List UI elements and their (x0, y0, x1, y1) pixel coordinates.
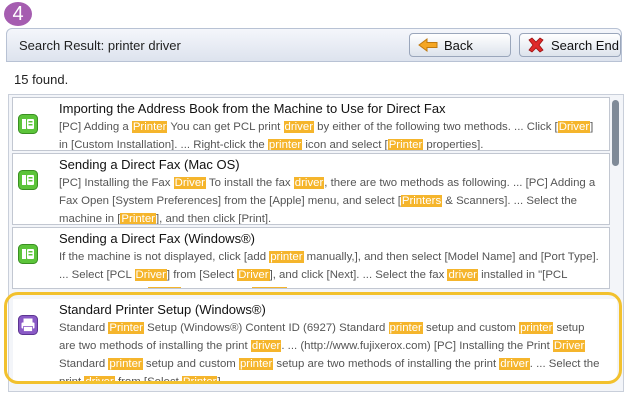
search-term-highlight: Printer (181, 376, 218, 381)
search-term-highlight: driver (84, 376, 115, 381)
search-term-highlight: driver (283, 121, 314, 133)
search-term-highlight: Printer (108, 322, 144, 334)
search-term-highlight: printer (238, 358, 274, 370)
step-number-badge: 4 (4, 2, 32, 26)
result-title: Sending a Direct Fax (Mac OS) (59, 157, 240, 172)
search-term-highlight: Driver (552, 340, 586, 352)
results-list[interactable]: Importing the Address Book from the Mach… (8, 94, 624, 392)
result-snippet: Standard Printer Setup (Windows®) Conten… (59, 319, 604, 381)
snippet-text: from [Select (115, 376, 182, 381)
printer-icon (18, 315, 38, 335)
search-result-screen: 4 Search Result: printer driver Back Sea… (0, 0, 628, 395)
result-item-selected[interactable]: Standard Printer Setup (Windows®) Standa… (13, 299, 617, 381)
search-term-highlight: driver (499, 358, 530, 370)
search-term-highlight: Printer (120, 213, 156, 225)
snippet-text: If the machine is not displayed, click [… (59, 251, 270, 263)
search-term-highlight: driver (250, 340, 282, 352)
result-item[interactable]: Sending a Direct Fax (Windows®) If the m… (12, 227, 610, 289)
snippet-text: ], and click [Next]. ... Select the fax (269, 269, 448, 281)
snippet-text: icon and select [ (302, 139, 388, 151)
fax-icon (18, 244, 38, 264)
snippet-text: You can get PCL print (167, 121, 284, 133)
snippet-text: . ... (http://www.fujixerox.com) [PC] In… (281, 340, 553, 352)
search-term-highlight: Printers (400, 195, 443, 207)
result-title: Standard Printer Setup (Windows®) (59, 302, 266, 317)
snippet-text: properties]. (423, 139, 484, 151)
fax-icon (18, 170, 38, 190)
result-snippet: If the machine is not displayed, click [… (59, 248, 604, 288)
snippet-text: Standard (59, 358, 109, 370)
search-term-highlight: Driver (237, 269, 270, 281)
result-snippet: [PC] Installing the Fax Driver To instal… (59, 174, 604, 225)
search-term-highlight: Printer (131, 121, 168, 133)
result-header: Search Result: printer driver Back Searc… (6, 28, 622, 62)
result-item[interactable]: Importing the Address Book from the Mach… (12, 97, 610, 151)
snippet-text: by either of the following two methods. … (313, 121, 558, 133)
search-term-highlight: printer (519, 322, 554, 334)
fax-icon (18, 114, 38, 134)
search-term-highlight: Printer (251, 287, 288, 288)
snippet-text: ]. (217, 376, 223, 381)
back-button[interactable]: Back (409, 33, 511, 57)
snippet-text: " from [Select (181, 287, 252, 288)
result-snippet: [PC] Adding a Printer You can get PCL pr… (59, 118, 604, 151)
search-term-highlight: Driver (148, 287, 181, 288)
result-item[interactable]: Sending a Direct Fax (Mac OS) [PC] Insta… (12, 153, 610, 225)
page-title: Search Result: printer driver (19, 38, 181, 53)
search-end-label: Search End (551, 37, 619, 53)
snippet-text: To install the fax (205, 177, 294, 189)
search-term-highlight: printer (388, 322, 423, 334)
snippet-text: ], and click [Preferences]. (287, 287, 415, 288)
back-button-label: Back (444, 37, 473, 53)
search-term-highlight: Driver (557, 121, 591, 133)
results-count: 15 found. (14, 72, 69, 87)
search-end-button[interactable]: Search End (519, 33, 621, 57)
result-title: Importing the Address Book from the Mach… (59, 101, 446, 116)
snippet-text: setup and custom (422, 322, 520, 334)
search-term-highlight: driver (293, 177, 325, 189)
snippet-text: setup and custom (142, 358, 239, 370)
snippet-text: ] from [Select (166, 269, 238, 281)
snippet-text: setup are two methods of installing the … (273, 358, 500, 370)
search-term-highlight: Driver (173, 177, 206, 189)
back-arrow-icon (418, 38, 438, 52)
result-title: Sending a Direct Fax (Windows®) (59, 231, 255, 246)
search-term-highlight: Driver (134, 269, 167, 281)
search-term-highlight: printer (108, 358, 143, 370)
snippet-text: [PC] Adding a (59, 121, 132, 133)
search-term-highlight: printer (267, 139, 303, 151)
snippet-text: ], and then click [Print]. (155, 213, 272, 225)
search-term-highlight: driver (447, 269, 478, 281)
snippet-text: Setup (Windows®) Content ID (6927) Stand… (143, 322, 389, 334)
snippet-text: Standard (59, 322, 109, 334)
snippet-text: [PC] Installing the Fax (59, 177, 174, 189)
search-term-highlight: Printer (387, 139, 424, 151)
red-x-icon (527, 37, 545, 53)
search-term-highlight: printer (269, 251, 304, 263)
scrollbar-thumb[interactable] (612, 100, 619, 166)
